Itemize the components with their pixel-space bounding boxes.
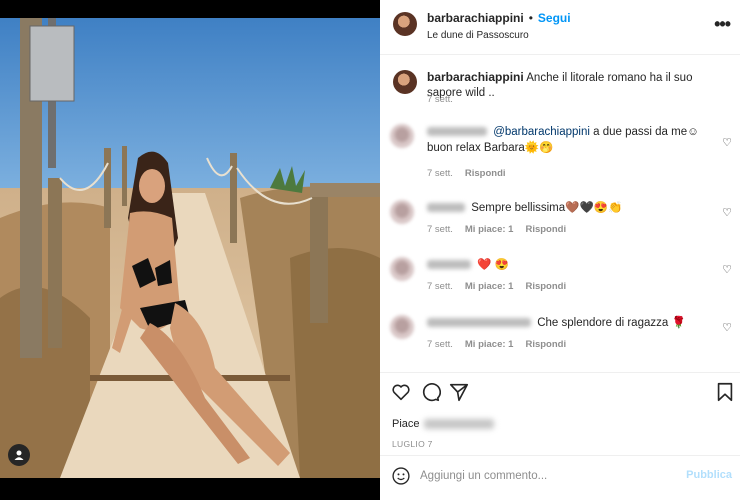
comments-list[interactable]: barbarachiappini Anche il litorale roman… [380,56,740,364]
commenter-username-redacted[interactable] [427,203,465,213]
comment-likes[interactable]: Mi piace: 1 [465,281,514,292]
reply-button[interactable]: Rispondi [465,168,506,179]
commenter-avatar[interactable] [390,124,414,148]
comment-text: ❤️ 😍 [427,257,717,273]
location-link[interactable]: Le dune di Passoscuro [427,30,529,41]
commenter-username-redacted[interactable] [427,318,531,328]
comment-time: 7 sett. [427,224,453,235]
comment-icon[interactable] [419,381,441,403]
post-header: barbarachiappini • Segui Le dune di Pass… [380,0,740,55]
author-username[interactable]: barbarachiappini [427,11,524,25]
comment-time: 7 sett. [427,281,453,292]
comment-like-icon[interactable]: ♡ [722,136,732,149]
caption-username[interactable]: barbarachiappini [427,70,524,84]
commenter-avatar[interactable] [390,200,414,224]
comment-time: 7 sett. [427,168,453,179]
likes-prefix: Piace [392,418,420,430]
comment-meta: 7 sett. Rispondi [427,168,506,179]
commenter-avatar[interactable] [390,315,414,339]
action-bar [380,372,740,412]
emoji-icon[interactable] [391,466,411,486]
likes-summary[interactable]: Piace [392,418,494,430]
comment-body: Che splendore di ragazza 🌹 [537,317,686,329]
follow-button[interactable]: Segui [538,11,571,25]
comment-text: Che splendore di ragazza 🌹 [427,315,717,331]
caption-time: 7 sett. [427,94,453,105]
author-avatar[interactable] [393,12,417,36]
post-date: LUGLIO 7 [392,439,433,449]
add-comment-bar: Pubblica [380,455,740,500]
commenter-username-redacted[interactable] [427,127,487,137]
post-photo [0,18,380,478]
user-tag-icon [14,450,24,460]
comment-like-icon[interactable]: ♡ [722,321,732,334]
more-options-icon[interactable]: ••• [714,14,731,35]
comment-likes[interactable]: Mi piace: 1 [465,224,514,235]
likes-names-redacted [423,419,494,430]
comment-meta: 7 sett. Mi piace: 1 Rispondi [427,224,566,235]
like-icon[interactable] [390,381,412,403]
comment-input[interactable] [420,466,670,486]
commenter-avatar[interactable] [390,257,414,281]
save-icon[interactable] [714,381,736,403]
bottom-bar [0,478,380,500]
user-tag-button[interactable] [8,444,30,466]
share-icon[interactable] [448,381,470,403]
commenter-username-redacted[interactable] [427,260,471,270]
comment-meta: 7 sett. Mi piace: 1 Rispondi [427,281,566,292]
reply-button[interactable]: Rispondi [525,224,566,235]
comment-mention[interactable]: @barbarachiappini [493,126,590,138]
comment-likes[interactable]: Mi piace: 1 [465,339,514,350]
comment-text: @barbarachiappini a due passi da me☺ buo… [427,124,717,156]
publish-button[interactable]: Pubblica [686,469,732,481]
comment-body: Sempre bellissima🤎🖤😍👏 [471,202,623,214]
comment-meta: 7 sett. Mi piace: 1 Rispondi [427,339,566,350]
comment-like-icon[interactable]: ♡ [722,263,732,276]
reply-button[interactable]: Rispondi [525,281,566,292]
comment-time: 7 sett. [427,339,453,350]
post-details-panel: barbarachiappini • Segui Le dune di Pass… [380,0,740,500]
comment-body: ❤️ 😍 [477,259,510,271]
separator-dot: • [528,11,533,25]
reply-button[interactable]: Rispondi [525,339,566,350]
comment-like-icon[interactable]: ♡ [722,206,732,219]
comment-text: Sempre bellissima🤎🖤😍👏 [427,200,717,216]
caption-avatar[interactable] [393,70,417,94]
caption-text: barbarachiappini Anche il litorale roman… [427,70,727,101]
